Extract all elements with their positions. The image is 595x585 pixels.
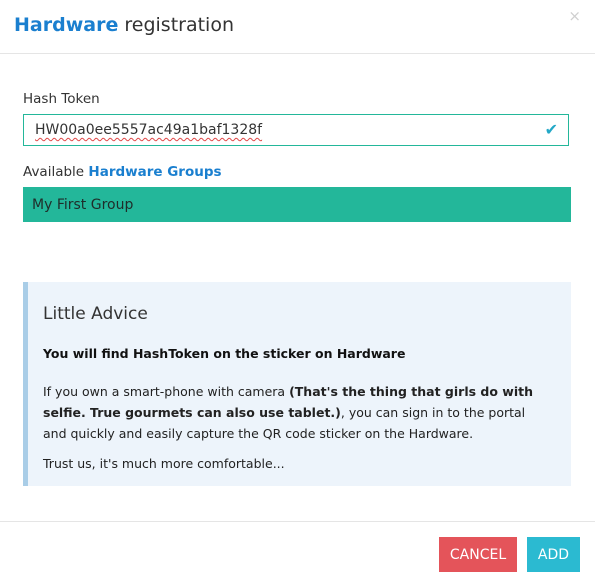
hardware-groups-label-strong: Hardware Groups — [88, 164, 222, 180]
advice-paragraph-part1: If you own a smart-phone with camera — [43, 384, 290, 399]
advice-panel: Little Advice You will find HashToken on… — [23, 282, 571, 486]
advice-bold-line: You will find HashToken on the sticker o… — [43, 346, 406, 361]
close-icon[interactable]: × — [568, 8, 581, 24]
advice-trust-line: Trust us, it's much more comfortable... — [43, 456, 285, 471]
dialog-title-rest: registration — [118, 14, 234, 36]
dialog-title: Hardware registration — [14, 13, 234, 37]
advice-title: Little Advice — [43, 304, 148, 324]
dialog-header: Hardware registration × — [0, 0, 595, 54]
dialog-title-strong: Hardware — [14, 14, 119, 36]
hash-token-input[interactable]: HW00a0ee5557ac49a1baf1328f ✔ — [23, 114, 569, 146]
check-icon: ✔ — [544, 120, 558, 139]
hardware-group-option-label: My First Group — [32, 197, 134, 213]
hardware-groups-label-prefix: Available — [23, 164, 89, 180]
hash-token-label: Hash Token — [23, 91, 100, 107]
advice-paragraph: If you own a smart-phone with camera (Th… — [43, 381, 543, 444]
hardware-group-option[interactable]: My First Group — [23, 187, 571, 222]
cancel-button[interactable]: CANCEL — [439, 537, 517, 572]
add-button[interactable]: ADD — [527, 537, 580, 572]
hardware-groups-label: Available Hardware Groups — [23, 164, 222, 180]
hash-token-value[interactable]: HW00a0ee5557ac49a1baf1328f — [35, 122, 262, 138]
